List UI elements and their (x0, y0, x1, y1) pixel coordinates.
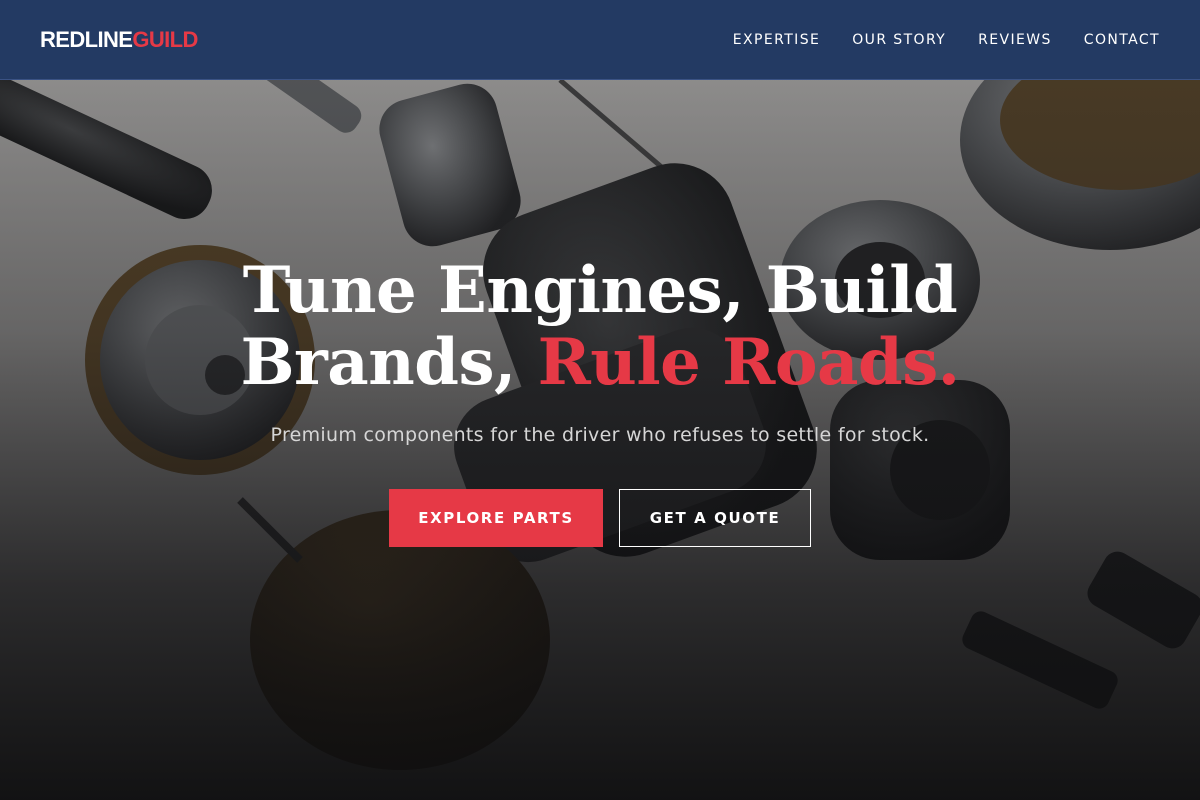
nav-link-expertise[interactable]: EXPERTISE (733, 32, 820, 48)
logo-text-accent: GUILD (132, 26, 198, 52)
nav-link-contact[interactable]: CONTACT (1084, 32, 1160, 48)
get-quote-button[interactable]: GET A QUOTE (619, 489, 811, 547)
hero-subtitle: Premium components for the driver who re… (270, 424, 930, 446)
logo-text-primary: REDLINE (40, 26, 133, 52)
main-nav: EXPERTISE OUR STORY REVIEWS CONTACT (733, 32, 1160, 48)
hero-headline: Tune Engines, Build Brands, Rule Roads. (0, 255, 1200, 399)
site-header: REDLINEGUILD EXPERTISE OUR STORY REVIEWS… (0, 0, 1200, 80)
headline-line-2-accent: Rule Roads. (537, 325, 960, 400)
headline-line-1: Tune Engines, Build (242, 253, 958, 328)
brand-logo[interactable]: REDLINEGUILD (40, 27, 198, 53)
nav-link-our-story[interactable]: OUR STORY (852, 32, 946, 48)
hero-cta-group: EXPLORE PARTS GET A QUOTE (0, 489, 1200, 547)
explore-parts-button[interactable]: EXPLORE PARTS (389, 489, 603, 547)
nav-link-reviews[interactable]: REVIEWS (978, 32, 1052, 48)
headline-line-2-white: Brands, (240, 325, 538, 400)
